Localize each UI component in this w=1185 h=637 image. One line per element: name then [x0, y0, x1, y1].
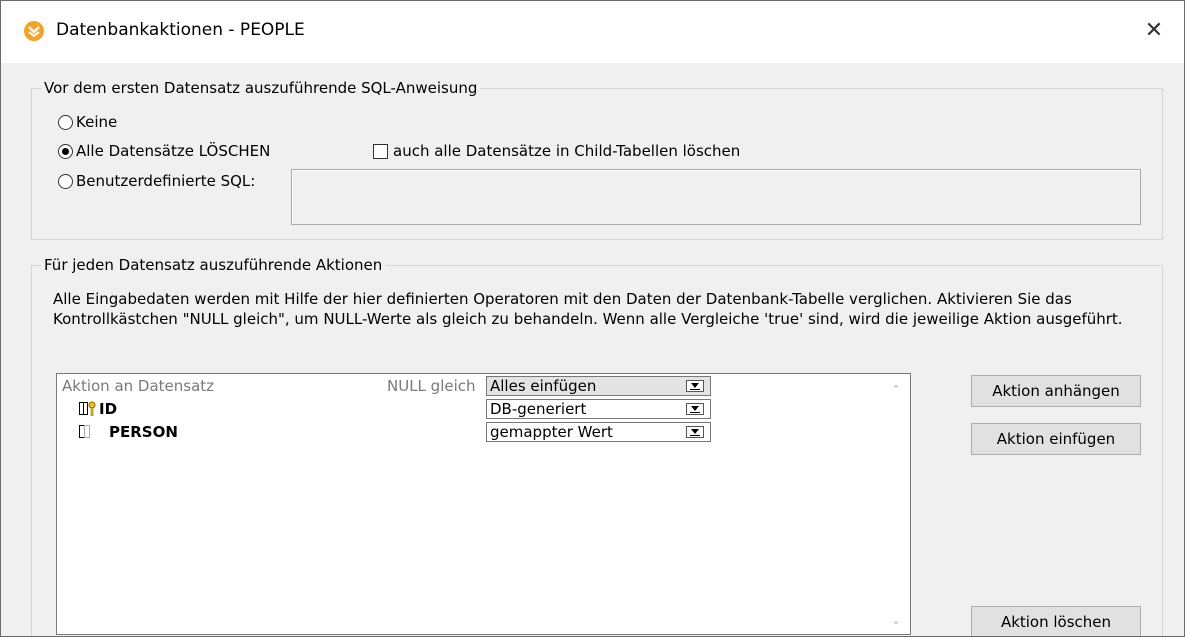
column-icon: [79, 425, 90, 438]
actions-grid[interactable]: Aktion an Datensatz NULL gleich Alles ei…: [56, 373, 911, 635]
child-tables-checkbox[interactable]: [373, 144, 388, 159]
field-id-value: DB-generiert: [490, 400, 587, 418]
delete-action-button[interactable]: Aktion löschen: [971, 606, 1141, 636]
header-null-equal-label: NULL gleich: [387, 377, 476, 395]
child-tables-checkbox-label[interactable]: auch alle Datensätze in Child-Tabellen l…: [393, 142, 740, 160]
record-actions-group-label: Für jeden Datensatz auszuführende Aktion…: [41, 256, 386, 274]
field-person-value: gemappter Wert: [490, 423, 613, 441]
database-actions-dialog: Datenbankaktionen - PEOPLE ✕ Vor dem ers…: [0, 0, 1185, 637]
field-name-id: ID: [99, 400, 118, 418]
field-name-person: PERSON: [109, 423, 178, 441]
field-person-select[interactable]: gemappter Wert: [486, 422, 711, 442]
grid-row-id: ID DB-generiert: [57, 398, 757, 420]
action-type-select[interactable]: Alles einfügen: [486, 376, 711, 396]
grid-header-row: Aktion an Datensatz NULL gleich Alles ei…: [57, 375, 757, 397]
field-id-select[interactable]: DB-generiert: [486, 399, 711, 419]
action-type-value: Alles einfügen: [490, 377, 597, 395]
radio-none[interactable]: [58, 115, 73, 130]
radio-custom-sql[interactable]: [58, 174, 73, 189]
radio-delete-all-label[interactable]: Alle Datensätze LÖSCHEN: [76, 142, 270, 160]
chevron-down-icon[interactable]: [686, 380, 704, 392]
primary-key-column-icon: [79, 401, 96, 416]
chevron-down-icon[interactable]: [686, 426, 704, 438]
altova-app-icon: [24, 21, 44, 41]
header-action-label: Aktion an Datensatz: [62, 377, 215, 395]
window-title: Datenbankaktionen - PEOPLE: [56, 20, 305, 40]
radio-delete-all[interactable]: [58, 144, 73, 159]
grid-row-person: PERSON gemappter Wert: [57, 421, 757, 443]
close-button[interactable]: ✕: [1134, 13, 1174, 49]
title-bar: Datenbankaktionen - PEOPLE ✕: [1, 1, 1184, 63]
chevron-down-icon[interactable]: [686, 403, 704, 415]
radio-custom-sql-label[interactable]: Benutzerdefinierte SQL:: [76, 172, 255, 190]
radio-none-label[interactable]: Keine: [76, 113, 117, 131]
actions-description: Alle Eingabedaten werden mit Hilfe der h…: [53, 290, 1123, 328]
scroll-up-icon[interactable]: ⌃: [889, 383, 903, 397]
append-action-button[interactable]: Aktion anhängen: [971, 375, 1141, 407]
insert-action-button[interactable]: Aktion einfügen: [971, 423, 1141, 455]
pre-sql-group-label: Vor dem ersten Datensatz auszuführende S…: [41, 79, 481, 97]
custom-sql-input[interactable]: [291, 169, 1141, 225]
scroll-down-icon[interactable]: ⌄: [889, 614, 903, 628]
